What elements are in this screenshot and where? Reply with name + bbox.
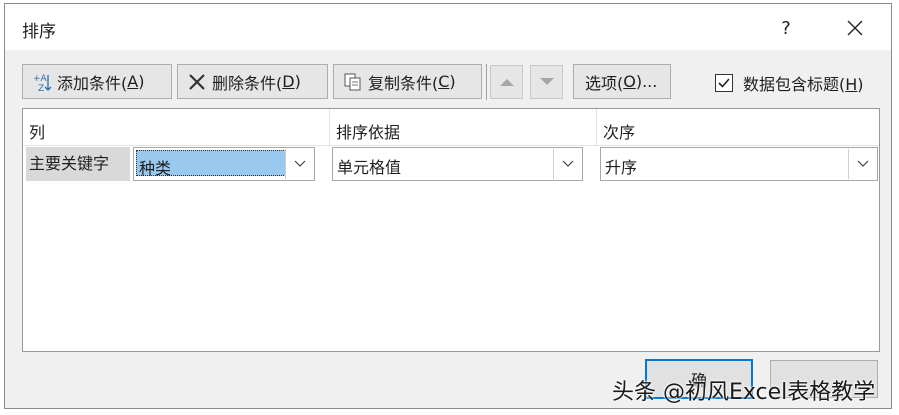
- svg-text:+A: +A: [33, 74, 48, 84]
- column-select[interactable]: 种类: [133, 147, 315, 181]
- sort-row-label[interactable]: 主要关键字: [26, 147, 130, 181]
- arrow-up-icon: [499, 79, 514, 86]
- header-checkbox[interactable]: [715, 74, 733, 92]
- add-sort-level-icon: +A Z: [31, 71, 53, 93]
- watermark: 头条 @初风Excel表格教学: [612, 380, 876, 405]
- copy-icon: [342, 71, 364, 93]
- copy-level-button[interactable]: 复制条件(C): [333, 64, 482, 99]
- delete-x-icon: [186, 71, 208, 93]
- dialog-title: 排序: [22, 22, 56, 42]
- sort-levels-list: 列 排序依据 次序 主要关键字 种类 单元格值 升序: [22, 108, 880, 352]
- close-button[interactable]: [835, 12, 875, 44]
- chevron-down-icon[interactable]: [848, 149, 876, 179]
- delete-level-button[interactable]: 删除条件(D): [177, 64, 328, 99]
- help-button[interactable]: ?: [769, 12, 803, 44]
- move-up-button[interactable]: [490, 65, 523, 99]
- arrow-down-icon: [539, 78, 554, 85]
- svg-text:Z: Z: [38, 84, 44, 93]
- sort-dialog: 排序 ? +A Z 添加条件(A) 删除条件(D) 复制条件(C) 选项…: [4, 3, 892, 409]
- add-level-button[interactable]: +A Z 添加条件(A): [22, 64, 172, 99]
- sort-on-select[interactable]: 单元格值: [332, 147, 583, 181]
- checkmark-icon: [718, 78, 730, 88]
- move-down-button[interactable]: [530, 65, 563, 99]
- chevron-down-icon[interactable]: [553, 149, 581, 179]
- column-header-sort-on: 排序依据: [336, 123, 401, 142]
- close-icon: [847, 20, 863, 36]
- title-bar: 排序 ?: [5, 4, 891, 50]
- order-select[interactable]: 升序: [600, 147, 878, 181]
- header-checkbox-label: 数据包含标题(H): [743, 75, 864, 94]
- column-header-col: 列: [29, 123, 46, 142]
- column-header-order: 次序: [603, 123, 636, 142]
- options-button[interactable]: 选项(O)...: [573, 64, 671, 99]
- chevron-down-icon[interactable]: [285, 149, 313, 179]
- header-checkbox-row[interactable]: 数据包含标题(H): [715, 71, 864, 95]
